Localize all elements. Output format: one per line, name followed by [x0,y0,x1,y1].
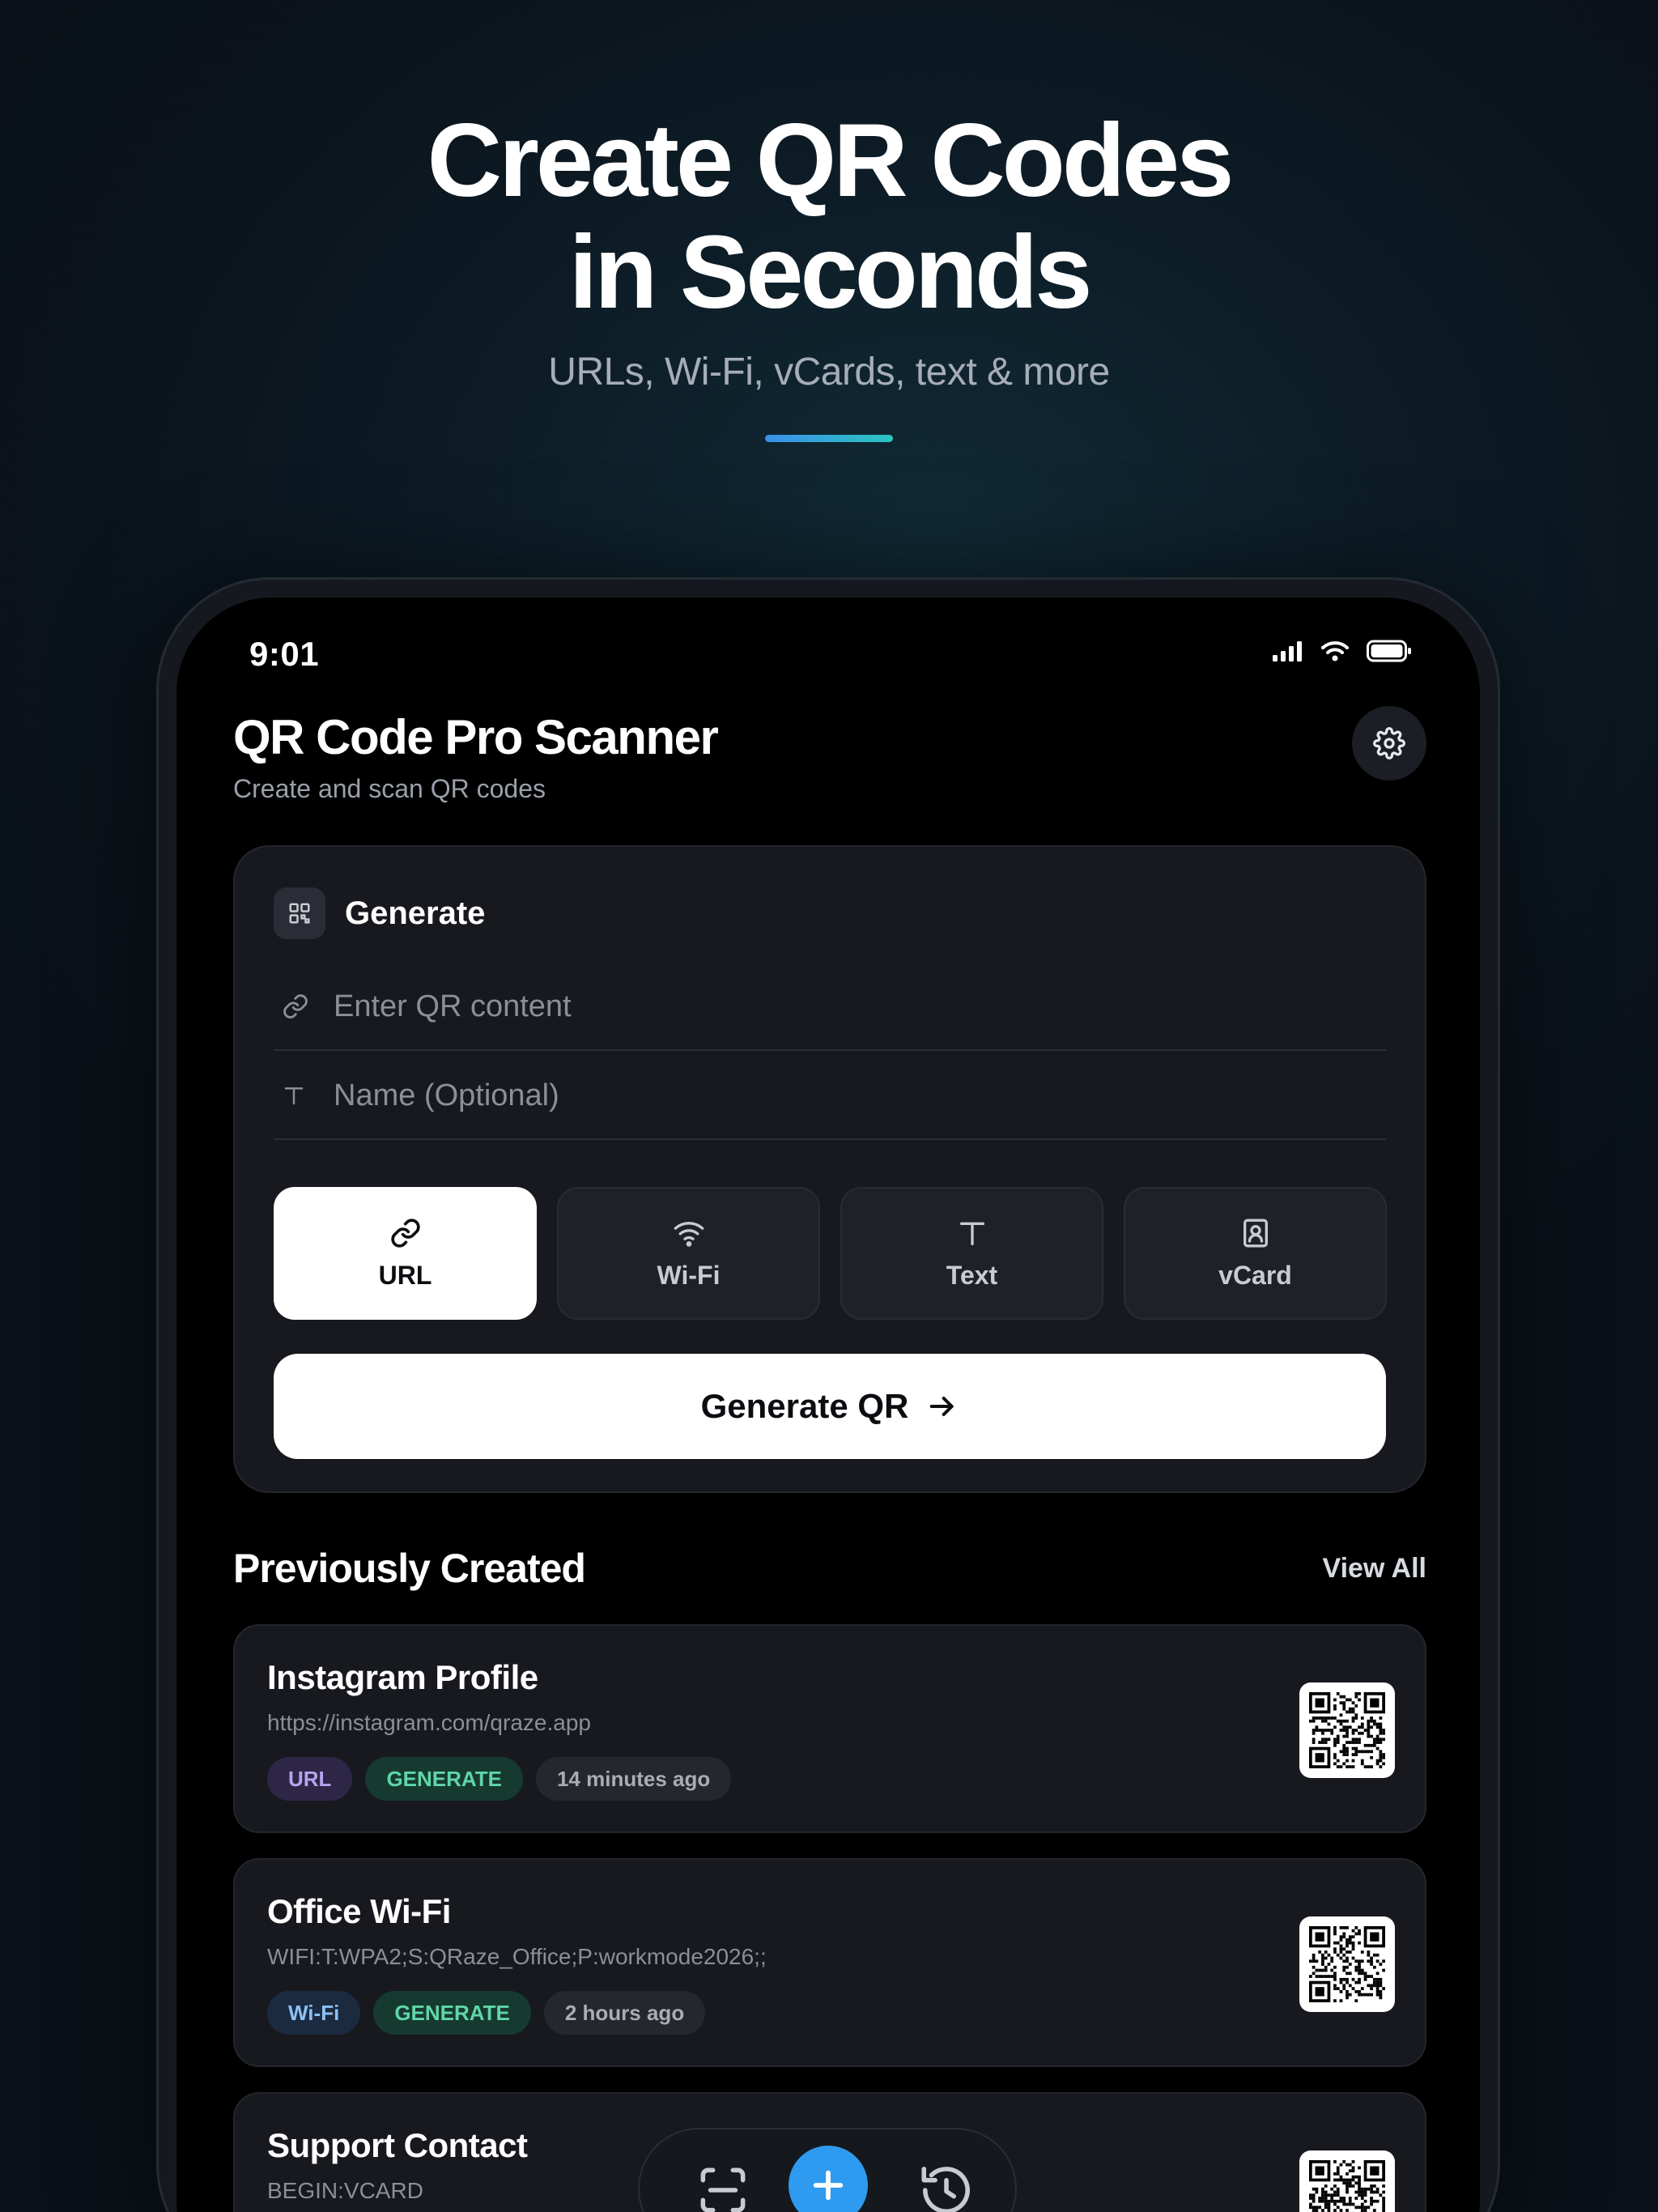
qr-thumbnail[interactable] [1299,1916,1395,2012]
generate-qr-label: Generate QR [700,1387,909,1425]
history-item-name: Instagram Profile [267,1658,538,1696]
hero-title-line1: Create QR Codes [427,103,1235,219]
history-item-badges: Wi-Fi GENERATE 2 hours ago [267,1991,706,2035]
type-vcard-label: vCard [1218,1260,1292,1290]
app-title: QR Code Pro Scanner [233,710,719,764]
status-time: 9:01 [249,635,320,673]
wifi-icon [674,1221,704,1247]
type-text-label: Text [946,1260,998,1290]
link-icon [390,1218,420,1248]
name-input[interactable] [334,1078,1305,1113]
qr-code-image [1309,1692,1385,1768]
qr-grid-icon [274,887,325,939]
name-field [274,1053,1386,1140]
hero-title-line2: in Seconds [568,215,1093,330]
wifi-status-icon [1321,641,1349,661]
qr-thumbnail[interactable] [1299,2150,1395,2212]
view-all-link[interactable]: View All [1323,1553,1427,1585]
generate-heading: Generate [345,895,486,931]
hero-subtitle: URLs, Wi-Fi, vCards, text & more [548,351,1110,393]
settings-button[interactable] [1352,706,1426,781]
time-badge: 14 minutes ago [535,1757,732,1801]
qr-code-image [1309,2160,1385,2212]
history-item-badges: URL GENERATE 14 minutes ago [267,1757,732,1801]
bottom-tab-bar [638,2128,1017,2212]
plus-icon [813,2170,844,2201]
qr-thumbnail[interactable] [1299,1682,1395,1778]
status-icons [1273,640,1412,662]
history-item-content: https://instagram.com/qraze.app [267,1710,591,1735]
generate-card: Generate Enter QR content Name (Optional… [233,845,1426,1493]
type-selector: URL Wi-Fi Text vCard [274,1187,1387,1320]
type-text-button[interactable]: Text [840,1187,1103,1320]
hero-title: Create QR Codes in Seconds [0,105,1658,329]
content-field [274,963,1386,1051]
type-vcard-button[interactable]: vCard [1124,1187,1387,1320]
generate-qr-button[interactable]: Generate QR [274,1354,1386,1459]
history-item-content: WIFI:T:WPA2;S:QRaze_Office;P:workmode202… [267,1944,767,1969]
app-subtitle: Create and scan QR codes [233,774,546,803]
cellular-signal-icon [1273,641,1302,661]
gear-icon [1373,727,1405,759]
type-wifi-label: Wi-Fi [657,1260,721,1290]
qr-code-image [1309,1926,1385,2002]
history-item-content: BEGIN:VCARD [267,2178,423,2203]
history-item-name: Support Contact [267,2126,528,2164]
type-badge: Wi-Fi [267,1991,361,2035]
scan-tab[interactable] [693,2160,753,2212]
history-item[interactable]: Office Wi-Fi WIFI:T:WPA2;S:QRaze_Office;… [233,1858,1426,2067]
type-badge: URL [267,1757,353,1801]
type-url-button[interactable]: URL [274,1187,537,1320]
text-icon [274,1083,316,1108]
source-badge: GENERATE [365,1757,523,1801]
time-badge: 2 hours ago [543,1991,706,2035]
battery-icon [1367,640,1411,662]
content-input[interactable] [334,989,1305,1024]
history-item-name: Office Wi-Fi [267,1892,451,1930]
arrow-right-icon [930,1397,954,1416]
generate-header: Generate [274,887,485,939]
previously-created-heading: Previously Created [233,1546,586,1591]
scan-icon [700,2167,746,2212]
history-item[interactable]: Instagram Profile https://instagram.com/… [233,1624,1426,1833]
contact-card-icon [1243,1219,1268,1247]
history-tab[interactable] [916,2160,976,2212]
link-icon [274,993,316,1020]
text-icon [959,1222,984,1245]
type-url-label: URL [378,1260,432,1290]
hero-accent-line [765,435,893,442]
history-icon [921,2167,970,2212]
app-screen: 9:01 QR Code Pro Scanner Create and scan… [176,598,1480,2212]
source-badge: GENERATE [373,1991,531,2035]
add-button[interactable] [789,2146,868,2212]
type-wifi-button[interactable]: Wi-Fi [557,1187,820,1320]
tablet-frame: 9:01 QR Code Pro Scanner Create and scan… [156,577,1500,2212]
